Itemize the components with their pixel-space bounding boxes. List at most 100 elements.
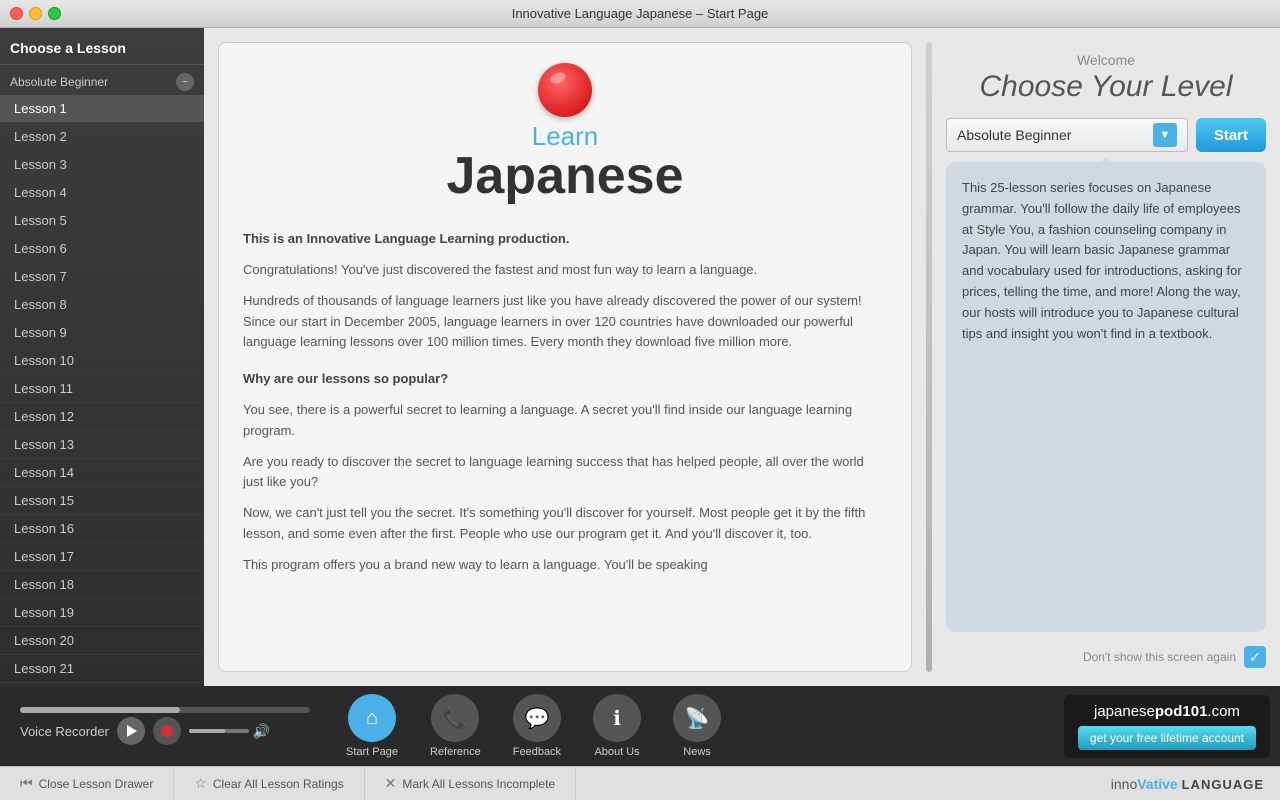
welcome-label: Welcome [946, 52, 1266, 68]
star-icon: ☆ [194, 775, 207, 792]
sidebar-lesson-17[interactable]: Lesson 17 [0, 543, 204, 571]
para2: Hundreds of thousands of language learne… [243, 291, 887, 353]
sidebar-title: Choose a Lesson [0, 28, 204, 65]
level-dropdown[interactable]: Absolute Beginner ▼ [946, 118, 1188, 152]
minimize-button[interactable] [29, 7, 42, 20]
right-panel: Welcome Choose Your Level Absolute Begin… [946, 42, 1266, 672]
sidebar-lesson-12[interactable]: Lesson 12 [0, 403, 204, 431]
dont-show-row: Don't show this screen again ✓ [946, 642, 1266, 672]
volume-icon: 🔊 [253, 723, 270, 740]
sidebar-lesson-4[interactable]: Lesson 4 [0, 179, 204, 207]
sidebar: Choose a Lesson Absolute Beginner − Less… [0, 28, 204, 686]
nav-item-start-page[interactable]: ⌂ Start Page [330, 694, 414, 758]
maximize-button[interactable] [48, 7, 61, 20]
sidebar-lesson-1[interactable]: Lesson 1 [0, 95, 204, 123]
sidebar-lesson-18[interactable]: Lesson 18 [0, 571, 204, 599]
volume-fill [189, 729, 225, 733]
sidebar-lesson-8[interactable]: Lesson 8 [0, 291, 204, 319]
start-button[interactable]: Start [1196, 118, 1266, 152]
sidebar-lesson-5[interactable]: Lesson 5 [0, 207, 204, 235]
dont-show-label: Don't show this screen again [1083, 650, 1236, 664]
nav-icon-feedback: 💬 [513, 694, 561, 742]
x-icon: ✕ [385, 775, 397, 792]
record-button[interactable] [153, 717, 181, 745]
sidebar-level-label: Absolute Beginner [10, 75, 108, 89]
para5: Now, we can't just tell you the secret. … [243, 503, 887, 545]
description-text: This 25-lesson series focuses on Japanes… [962, 180, 1242, 341]
nav-item-about-us[interactable]: ℹAbout Us [577, 694, 657, 758]
nav-icon-start-page: ⌂ [348, 694, 396, 742]
main-content-text: This is an Innovative Language Learning … [243, 229, 887, 575]
sidebar-collapse-button[interactable]: − [176, 73, 194, 91]
nav-item-reference[interactable]: 📞 Reference [414, 694, 497, 758]
app: Choose a Lesson Absolute Beginner − Less… [0, 28, 1280, 800]
main-content-panel: Learn Japanese This is an Innovative Lan… [218, 42, 912, 672]
para4: Are you ready to discover the secret to … [243, 452, 887, 494]
nav-label-feedback: Feedback [513, 746, 561, 758]
bottom-bar: Voice Recorder 🔊 ⌂ Start Page 📞 Reference 💬 F… [0, 686, 1280, 766]
sidebar-lesson-19[interactable]: Lesson 19 [0, 599, 204, 627]
sidebar-level-row: Absolute Beginner − [0, 65, 204, 95]
dropdown-arrow-icon: ▼ [1153, 123, 1177, 147]
para3: You see, there is a powerful secret to l… [243, 400, 887, 442]
sidebar-lesson-9[interactable]: Lesson 9 [0, 319, 204, 347]
sidebar-lesson-6[interactable]: Lesson 6 [0, 235, 204, 263]
nav-icons: ⌂Start Page📞Reference💬FeedbackℹAbout Us📡… [330, 694, 737, 758]
para1: Congratulations! You've just discovered … [243, 260, 887, 281]
mark-incomplete-label: Mark All Lessons Incomplete [402, 777, 555, 791]
description-bubble: This 25-lesson series focuses on Japanes… [946, 162, 1266, 632]
japanese-text: Japanese [243, 148, 887, 205]
nav-label-reference: Reference [430, 746, 481, 758]
sidebar-lesson-20[interactable]: Lesson 20 [0, 627, 204, 655]
logo-bubble [538, 63, 592, 117]
close-drawer-icon: ⏮ [20, 775, 33, 792]
welcome-section: Welcome Choose Your Level [946, 42, 1266, 108]
close-button[interactable] [10, 7, 23, 20]
nav-item-feedback[interactable]: 💬 Feedback [497, 694, 577, 758]
heading1: Why are our lessons so popular? [243, 369, 887, 390]
play-button[interactable] [117, 717, 145, 745]
recorder-track [20, 707, 310, 713]
nav-item-news[interactable]: 📡News [657, 694, 737, 758]
content-area: Learn Japanese This is an Innovative Lan… [204, 28, 1280, 686]
play-icon [127, 725, 137, 737]
main-row: Choose a Lesson Absolute Beginner − Less… [0, 28, 1280, 686]
brand-cta-button[interactable]: get your free lifetime account [1078, 726, 1256, 750]
record-icon [161, 725, 173, 737]
volume-track [189, 729, 249, 733]
clear-ratings-button[interactable]: ☆ Clear All Lesson Ratings [174, 767, 364, 800]
sidebar-lesson-14[interactable]: Lesson 14 [0, 459, 204, 487]
voice-recorder: Voice Recorder 🔊 [10, 707, 310, 745]
sidebar-lesson-21[interactable]: Lesson 21 [0, 655, 204, 683]
brand-url: japanesepod101.com [1094, 703, 1240, 720]
window-title: Innovative Language Japanese – Start Pag… [512, 6, 769, 21]
dont-show-checkbox[interactable]: ✓ [1244, 646, 1266, 668]
sidebar-lesson-7[interactable]: Lesson 7 [0, 263, 204, 291]
nav-icon-news: 📡 [673, 694, 721, 742]
clear-ratings-label: Clear All Lesson Ratings [213, 777, 344, 791]
sidebar-lesson-13[interactable]: Lesson 13 [0, 431, 204, 459]
close-drawer-button[interactable]: ⏮ Close Lesson Drawer [0, 767, 174, 800]
volume-slider[interactable]: 🔊 [189, 723, 270, 740]
nav-icon-reference: 📞 [431, 694, 479, 742]
sidebar-lesson-11[interactable]: Lesson 11 [0, 375, 204, 403]
nav-label-about-us: About Us [594, 746, 639, 758]
footer-bar: ⏮ Close Lesson Drawer ☆ Clear All Lesson… [0, 766, 1280, 800]
sidebar-lesson-10[interactable]: Lesson 10 [0, 347, 204, 375]
sidebar-lesson-16[interactable]: Lesson 16 [0, 515, 204, 543]
mark-incomplete-button[interactable]: ✕ Mark All Lessons Incomplete [365, 767, 576, 800]
brand-right: japanesepod101.com get your free lifetim… [1064, 695, 1270, 758]
scrollbar-divider [926, 42, 932, 672]
sidebar-lesson-2[interactable]: Lesson 2 [0, 123, 204, 151]
sidebar-lesson-3[interactable]: Lesson 3 [0, 151, 204, 179]
choose-level-title: Choose Your Level [946, 70, 1266, 104]
level-selector-row: Absolute Beginner ▼ Start [946, 118, 1266, 152]
nav-label-start-page: Start Page [346, 746, 398, 758]
titlebar: Innovative Language Japanese – Start Pag… [0, 0, 1280, 28]
para6: This program offers you a brand new way … [243, 555, 887, 576]
intro-bold: This is an Innovative Language Learning … [243, 229, 887, 250]
footer-brand: innoVative LANGUAGE [1111, 776, 1280, 792]
recorder-track-fill [20, 707, 180, 713]
sidebar-lesson-15[interactable]: Lesson 15 [0, 487, 204, 515]
logo-area: Learn Japanese [243, 63, 887, 205]
